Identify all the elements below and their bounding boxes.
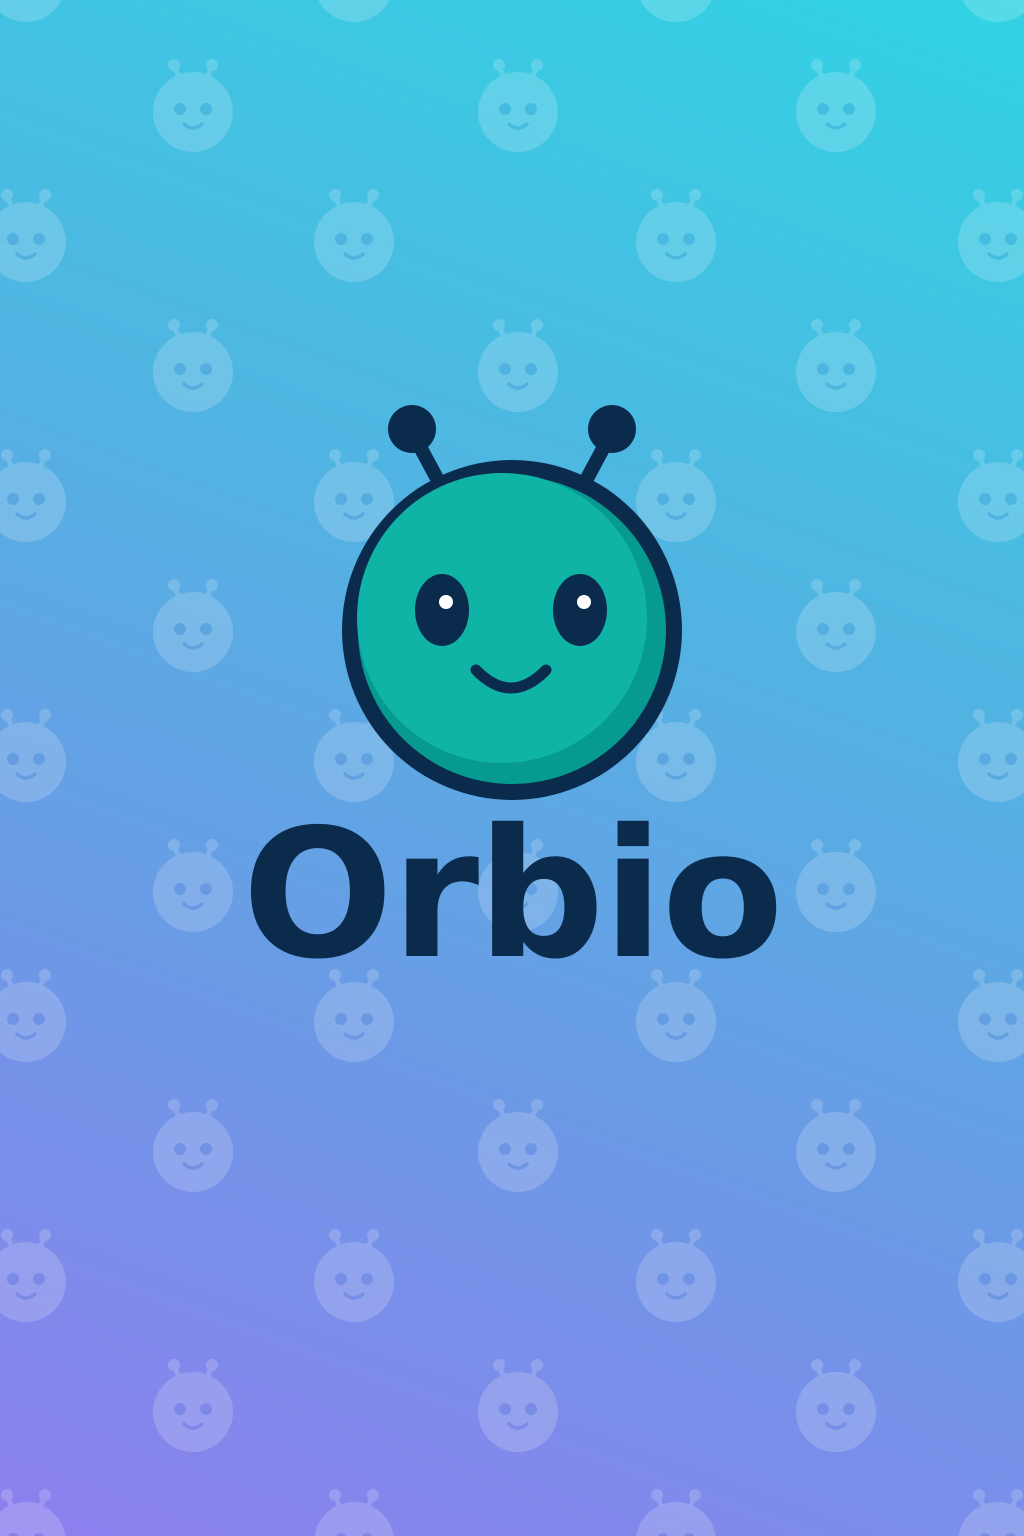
- alien-face-pattern-icon: [630, 1484, 722, 1536]
- splash-screen: Orbio: [0, 0, 1024, 1536]
- alien-face-pattern-icon: [147, 314, 239, 414]
- alien-face-pattern-icon: [0, 184, 72, 284]
- alien-face-pattern-icon: [308, 1484, 400, 1536]
- alien-mascot-icon: [328, 398, 696, 818]
- alien-face-pattern-icon: [0, 0, 72, 24]
- alien-face-pattern-icon: [472, 1354, 564, 1454]
- alien-face-pattern-icon: [952, 1224, 1024, 1324]
- alien-face-pattern-icon: [790, 314, 882, 414]
- alien-face-pattern-icon: [147, 54, 239, 154]
- alien-face-pattern-icon: [952, 0, 1024, 24]
- alien-face-pattern-icon: [0, 704, 72, 804]
- alien-face-pattern-icon: [952, 704, 1024, 804]
- alien-face-pattern-icon: [147, 1354, 239, 1454]
- alien-face-pattern-icon: [0, 1484, 72, 1536]
- alien-face-pattern-icon: [952, 1484, 1024, 1536]
- alien-face-pattern-icon: [0, 1224, 72, 1324]
- alien-face-pattern-icon: [0, 444, 72, 544]
- alien-face-pattern-icon: [952, 184, 1024, 284]
- alien-face-pattern-icon: [308, 1224, 400, 1324]
- alien-face-pattern-icon: [952, 444, 1024, 544]
- alien-face-pattern-icon: [472, 1094, 564, 1194]
- alien-face-pattern-icon: [630, 0, 722, 24]
- alien-face-pattern-icon: [790, 54, 882, 154]
- alien-face-pattern-icon: [147, 574, 239, 674]
- alien-face-pattern-icon: [630, 184, 722, 284]
- alien-face-pattern-icon: [472, 54, 564, 154]
- alien-face-pattern-icon: [308, 184, 400, 284]
- alien-face-pattern-icon: [790, 1354, 882, 1454]
- brand-wordmark: Orbio: [242, 791, 784, 998]
- alien-face-pattern-icon: [790, 1094, 882, 1194]
- alien-face-pattern-icon: [308, 0, 400, 24]
- alien-face-pattern-icon: [630, 1224, 722, 1324]
- alien-face-pattern-icon: [147, 1094, 239, 1194]
- alien-face-pattern-icon: [790, 574, 882, 674]
